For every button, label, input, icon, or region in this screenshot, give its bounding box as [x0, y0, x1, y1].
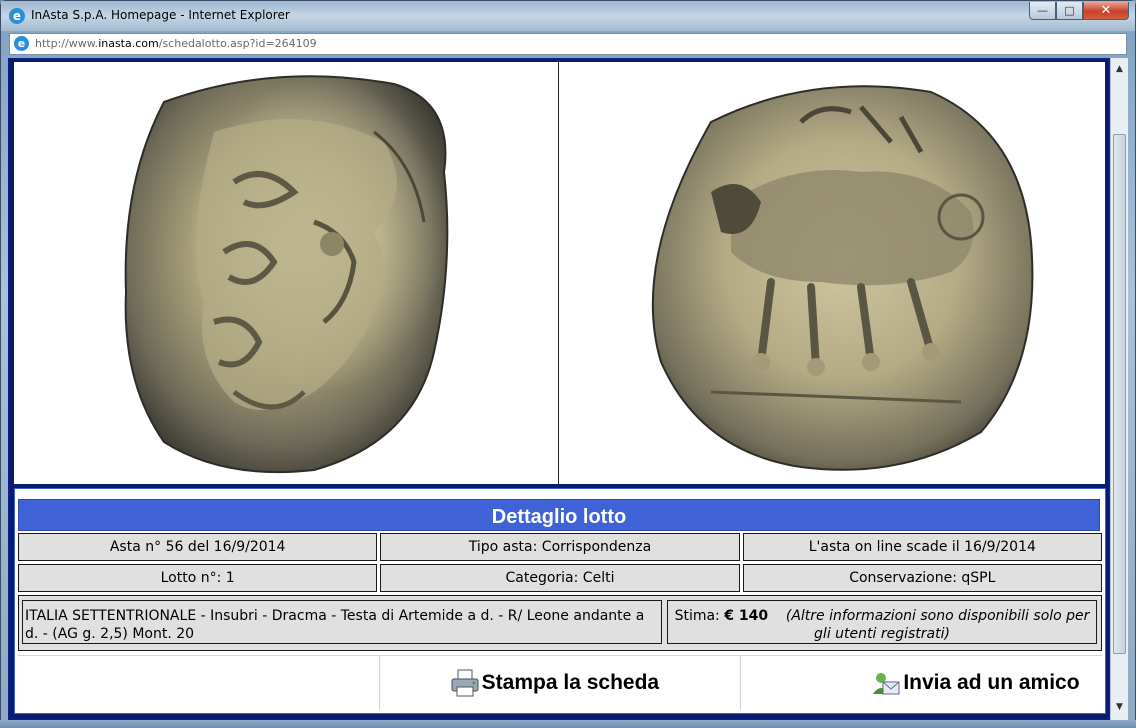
- scroll-down-icon[interactable]: ▼: [1113, 700, 1126, 714]
- print-cell: Stampa la scheda: [380, 656, 742, 710]
- coin-obverse-image: [14, 62, 558, 484]
- auction-type: Tipo asta: Corrispondenza: [380, 533, 740, 561]
- vertical-scrollbar[interactable]: ▲ ▼: [1110, 58, 1128, 720]
- estimate-label: Stima:: [674, 608, 720, 624]
- estimate-value: € 140: [724, 608, 769, 624]
- scroll-thumb[interactable]: [1113, 134, 1126, 654]
- lot-number: Lotto n°: 1: [18, 564, 378, 592]
- window-title: InAsta S.p.A. Homepage - Internet Explor…: [31, 8, 290, 22]
- send-link[interactable]: Invia ad un amico: [871, 668, 1080, 698]
- print-link[interactable]: Stampa la scheda: [450, 668, 659, 698]
- url-text[interactable]: http://www.inasta.com/schedalotto.asp?id…: [35, 37, 317, 50]
- page-icon: e: [14, 36, 29, 51]
- scroll-up-icon[interactable]: ▲: [1113, 62, 1126, 76]
- estimate-note: (Altre informazioni sono disponibili sol…: [785, 608, 1090, 642]
- lot-detail-panel: Dettaglio lotto Asta n° 56 del 16/9/2014…: [14, 488, 1106, 714]
- internet-explorer-icon: e: [9, 8, 25, 24]
- send-cell: Invia ad un amico: [741, 656, 1102, 710]
- lot-description: ITALIA SETTENTRIONALE - Insubri - Dracma…: [22, 600, 662, 644]
- estimate-box: Stima: € 140 (Altre informazioni sono di…: [667, 600, 1097, 644]
- window-controls: — □ ✕: [1029, 2, 1129, 22]
- actions-row: Stampa la scheda Invia ad un amico: [18, 655, 1102, 710]
- window-bottom-edge: [0, 720, 1136, 728]
- conservation: Conservazione: qSPL: [742, 564, 1102, 592]
- category: Categoria: Celti: [380, 564, 740, 592]
- send-mail-icon: [873, 673, 900, 695]
- maximize-button[interactable]: □: [1056, 2, 1083, 20]
- close-button[interactable]: ✕: [1083, 2, 1129, 20]
- minimize-button[interactable]: —: [1029, 2, 1056, 20]
- print-label: Stampa la scheda: [481, 671, 660, 694]
- description-row: ITALIA SETTENTRIONALE - Insubri - Dracma…: [18, 595, 1102, 651]
- coin-reverse-image: [561, 62, 1105, 484]
- detail-row-2: Lotto n°: 1 Categoria: Celti Conservazio…: [18, 564, 1102, 592]
- actions-empty-cell: [18, 656, 380, 710]
- page-content: Dettaglio lotto Asta n° 56 del 16/9/2014…: [8, 58, 1110, 720]
- auction-expiry: L'asta on line scade il 16/9/2014: [742, 533, 1102, 561]
- send-label: Invia ad un amico: [903, 671, 1080, 694]
- title-bar: e InAsta S.p.A. Homepage - Internet Expl…: [1, 1, 1135, 31]
- printer-icon: [451, 669, 479, 697]
- detail-heading: Dettaglio lotto: [18, 499, 1100, 531]
- address-bar[interactable]: e http://www.inasta.com/schedalotto.asp?…: [9, 33, 1127, 55]
- auction-number: Asta n° 56 del 16/9/2014: [18, 533, 378, 561]
- detail-row-1: Asta n° 56 del 16/9/2014 Tipo asta: Corr…: [18, 533, 1102, 561]
